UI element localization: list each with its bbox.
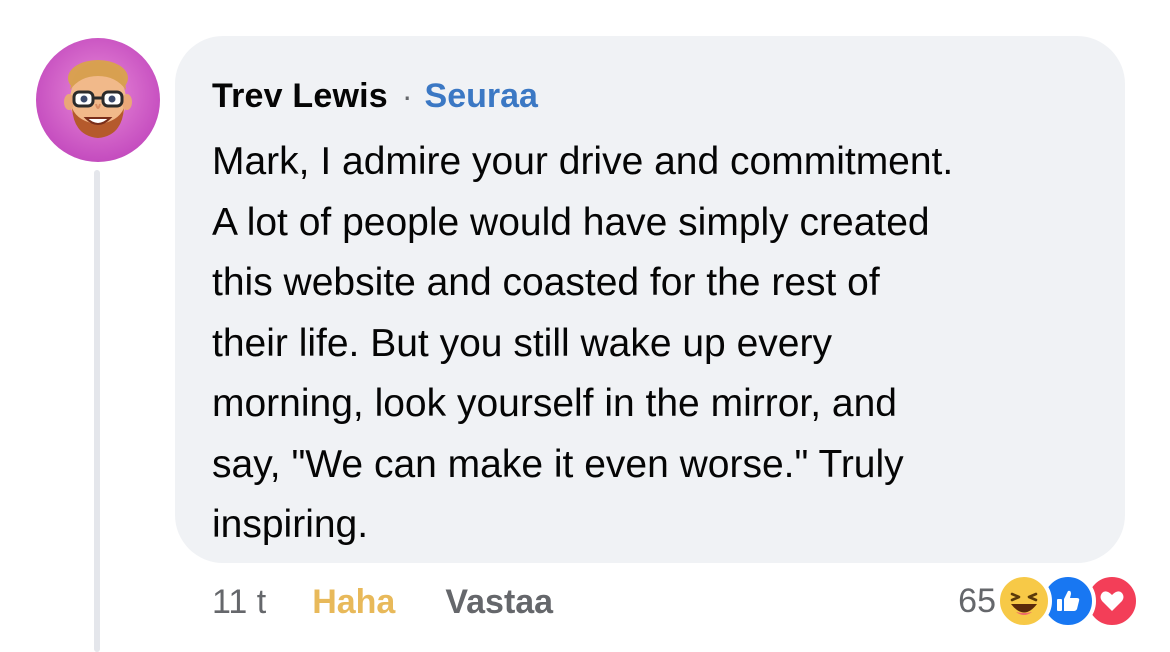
comment-body: Mark, I admire your drive and commitment…	[212, 132, 1112, 556]
comment-actions: 11 t Haha Vastaa	[212, 576, 553, 628]
avatar[interactable]	[36, 38, 160, 162]
thread-line	[94, 170, 100, 652]
follow-button[interactable]: Seuraa	[425, 77, 538, 116]
comment-line: this website and coasted for the rest of	[212, 261, 880, 304]
comment-line: inspiring.	[212, 503, 369, 546]
comment-line: A lot of people would have simply create…	[212, 200, 930, 244]
reaction-count: 65	[958, 581, 996, 620]
comment-header: Trev Lewis · Seuraa	[212, 74, 538, 118]
separator-dot: ·	[401, 77, 413, 114]
comment-line: Mark, I admire your drive and commitment…	[212, 140, 954, 183]
reply-button[interactable]: Vastaa	[445, 583, 553, 622]
comment-line: say, "We can make it even worse." Truly	[212, 442, 904, 486]
haha-icon	[996, 573, 1052, 629]
comment-line: their life. But you still wake up every	[212, 321, 832, 365]
comment-line: morning, look yourself in the mirror, an…	[212, 382, 897, 425]
comment-timestamp[interactable]: 11 t	[212, 583, 266, 622]
comment-page: Trev Lewis · Seuraa Mark, I admire your …	[0, 0, 1170, 652]
reaction-summary[interactable]: 65	[958, 570, 1140, 632]
haha-reaction-button[interactable]: Haha	[312, 583, 395, 622]
memoji-avatar-icon	[64, 60, 132, 138]
author-name[interactable]: Trev Lewis	[212, 77, 388, 116]
